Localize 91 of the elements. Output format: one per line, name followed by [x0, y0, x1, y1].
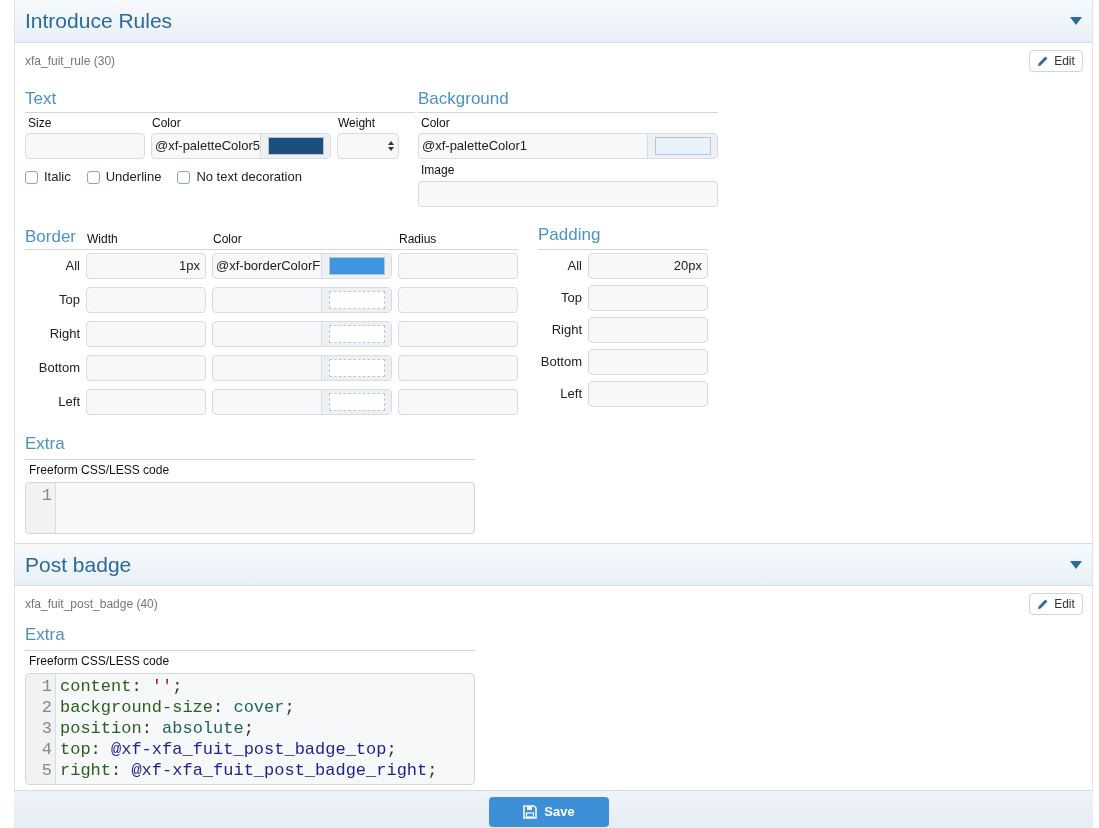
color-swatch[interactable]: [328, 257, 385, 275]
color-field[interactable]: [212, 321, 392, 347]
checkbox[interactable]: [86, 170, 100, 184]
group-heading: Text: [25, 87, 57, 110]
group-heading: Extra: [25, 432, 65, 455]
color-field[interactable]: @xf-paletteColor1: [418, 133, 718, 159]
color-value: @xf-paletteColor1: [422, 137, 527, 156]
input-field[interactable]: [398, 287, 518, 313]
input-field[interactable]: 20px: [588, 253, 708, 279]
line-number: 1: [40, 485, 53, 506]
select-arrows-icon: [388, 141, 394, 151]
code-line: background-size: cover;: [60, 698, 295, 717]
line-number: 2: [40, 697, 53, 718]
line-number: 5: [40, 760, 53, 781]
pencil-icon: [1037, 55, 1050, 67]
input-field[interactable]: [86, 287, 206, 313]
empty-color-swatch[interactable]: [328, 393, 385, 411]
input-field[interactable]: [398, 389, 518, 415]
field-label: Color: [212, 230, 243, 248]
color-value: @xf-borderColorF: [216, 257, 321, 276]
group-heading: Background: [418, 87, 509, 110]
field-label: Color: [420, 115, 451, 132]
section-header[interactable]: Introduce Rules: [15, 0, 1092, 43]
field-label: Left: [57, 393, 80, 412]
group-heading: Extra: [25, 623, 65, 646]
input-field[interactable]: [588, 349, 708, 375]
edit-button[interactable]: Edit: [1029, 593, 1083, 615]
input-field[interactable]: [398, 253, 518, 279]
input-field[interactable]: [86, 389, 206, 415]
input-field[interactable]: [588, 285, 708, 311]
group-heading: Padding: [538, 223, 601, 246]
input-field[interactable]: [418, 181, 718, 207]
color-field[interactable]: @xf-paletteColor5: [151, 133, 331, 159]
field-label: Bottom: [37, 359, 80, 378]
field-label: Size: [27, 115, 53, 132]
input-field[interactable]: [25, 133, 145, 159]
color-swatch[interactable]: [267, 137, 324, 155]
empty-color-swatch[interactable]: [328, 291, 385, 309]
field-label: Color: [151, 115, 182, 132]
field-label: Freeform CSS/LESS code: [28, 653, 171, 670]
input-field[interactable]: [588, 317, 708, 343]
field-label: All: [64, 257, 80, 276]
rule-identifier: xfa_fuit_post_badge (40): [25, 596, 158, 613]
code-line: position: absolute;: [60, 719, 254, 738]
input-field[interactable]: [398, 321, 518, 347]
field-label: Radius: [398, 230, 438, 248]
color-value: @xf-paletteColor5: [155, 137, 260, 156]
field-label: Image: [420, 162, 456, 179]
code-line: top: @xf-xfa_fuit_post_badge_top;: [60, 740, 397, 759]
checkbox[interactable]: [177, 170, 191, 184]
pencil-icon: [1037, 598, 1050, 610]
weight-select[interactable]: [337, 133, 399, 159]
input-field[interactable]: [398, 355, 518, 381]
field-label: All: [566, 257, 582, 276]
group-heading: Border: [25, 226, 78, 248]
section-header[interactable]: Post badge: [15, 543, 1092, 586]
code-editor[interactable]: 1 2 3 4 5 content: ''; background-size: cover; position: absolute; top: @xf-xfa_fuit_post_badge_top; right: @xf-xfa_fuit_post_badge_right;: [25, 673, 475, 785]
input-field[interactable]: [588, 381, 708, 407]
line-number: 1: [40, 676, 53, 697]
input-field[interactable]: [86, 321, 206, 347]
field-label: Top: [560, 289, 582, 308]
checkbox-option[interactable]: No text decoration: [177, 167, 302, 187]
color-field[interactable]: [212, 355, 392, 381]
field-label: Right: [550, 321, 582, 340]
edit-button[interactable]: Edit: [1029, 50, 1083, 72]
line-number: 3: [40, 718, 53, 739]
section-title: Post badge: [25, 551, 132, 578]
checkbox[interactable]: [25, 170, 38, 184]
empty-color-swatch[interactable]: [328, 325, 385, 343]
empty-color-swatch[interactable]: [328, 359, 385, 377]
checkbox-option[interactable]: Italic: [25, 167, 71, 187]
input-field[interactable]: 1px: [86, 253, 206, 279]
color-field[interactable]: @xf-borderColorF: [212, 253, 392, 279]
field-label: Right: [48, 325, 80, 344]
field-label: Width: [86, 230, 119, 248]
save-icon: [523, 805, 538, 819]
color-swatch[interactable]: [654, 137, 711, 155]
field-label: Weight: [337, 115, 376, 132]
color-field[interactable]: [212, 389, 392, 415]
field-label: Top: [58, 291, 80, 310]
field-label: Freeform CSS/LESS code: [28, 462, 171, 479]
section-title: Introduce Rules: [25, 8, 173, 35]
input-field[interactable]: [86, 355, 206, 381]
code-line: right: @xf-xfa_fuit_post_badge_right;: [60, 761, 438, 780]
color-field[interactable]: [212, 287, 392, 313]
checkbox-option[interactable]: Underline: [86, 167, 162, 187]
code-line: content: '';: [60, 677, 183, 696]
field-label: Bottom: [539, 353, 582, 372]
rule-identifier: xfa_fuit_rule (30): [25, 53, 116, 70]
field-label: Left: [559, 385, 582, 404]
line-number: 4: [40, 739, 53, 760]
